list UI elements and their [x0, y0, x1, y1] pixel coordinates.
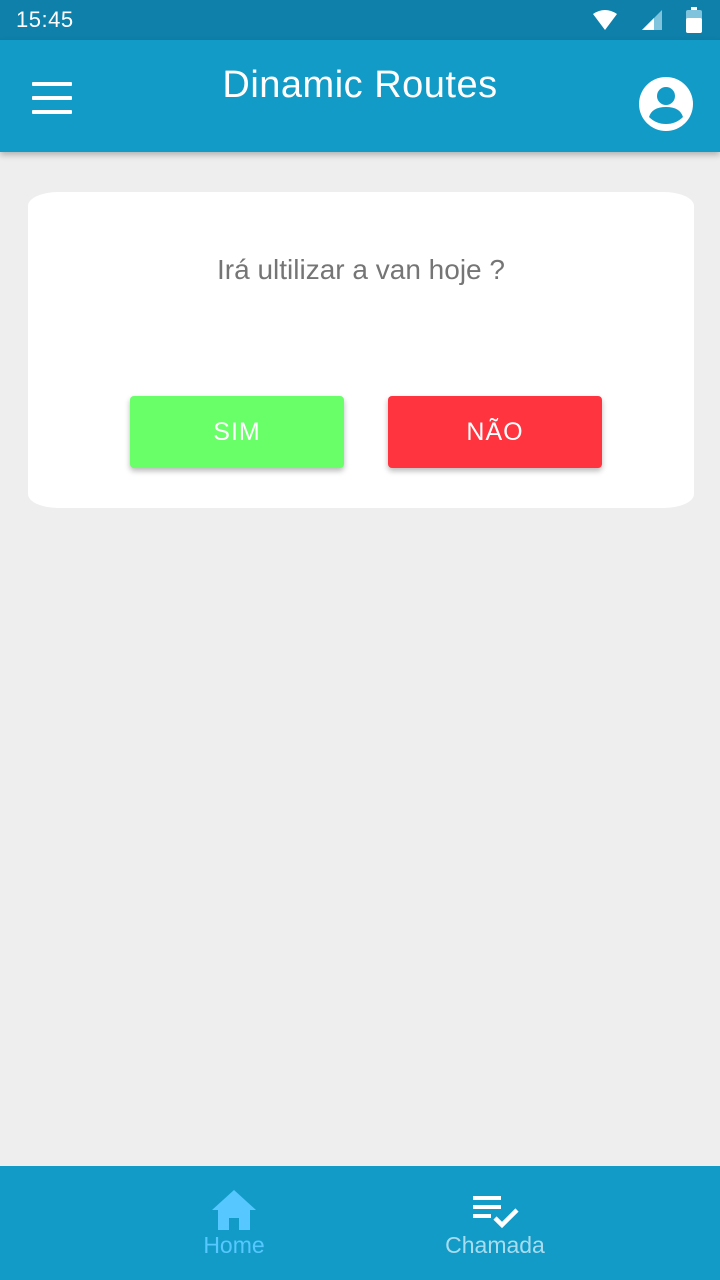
question-card: Irá ultilizar a van hoje ? SIM NÃO: [28, 192, 694, 508]
question-text: Irá ultilizar a van hoje ?: [217, 254, 505, 285]
app-bar: Dinamic Routes: [0, 40, 720, 152]
no-button[interactable]: NÃO: [388, 396, 602, 468]
account-icon[interactable]: [638, 76, 694, 132]
status-bar: 15:45: [0, 0, 720, 40]
nav-item-chamada[interactable]: Chamada: [395, 1166, 595, 1280]
battery-icon: [686, 7, 702, 33]
nav-label-home: Home: [203, 1232, 265, 1258]
bottom-nav: Home Chamada: [0, 1166, 720, 1280]
status-icons: [592, 7, 702, 33]
nav-label-chamada: Chamada: [445, 1232, 545, 1258]
home-icon: [212, 1190, 256, 1230]
checklist-icon: [473, 1196, 519, 1229]
yes-button[interactable]: SIM: [130, 396, 344, 468]
status-time: 15:45: [16, 7, 74, 32]
app-title: Dinamic Routes: [222, 64, 498, 106]
menu-icon[interactable]: [28, 78, 76, 118]
signal-icon: [642, 10, 662, 30]
nav-item-home[interactable]: Home: [134, 1166, 334, 1280]
wifi-icon: [593, 10, 617, 30]
